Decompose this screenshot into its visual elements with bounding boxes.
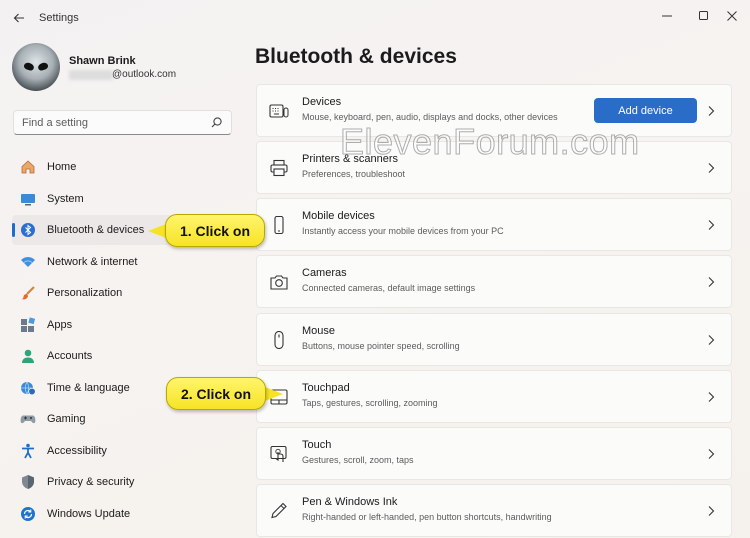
apps-icon [20, 317, 36, 333]
chevron-right-icon [708, 277, 715, 287]
minimize-button[interactable] [649, 2, 685, 30]
chevron-right-icon [708, 335, 715, 345]
sidebar-item-label: System [47, 193, 84, 205]
mouse-icon [269, 331, 289, 349]
sidebar-item-label: Personalization [47, 287, 123, 299]
search-icon[interactable] [211, 117, 222, 128]
sidebar-item-windows-update[interactable]: Windows Update [12, 499, 237, 529]
card-title: Devices [302, 96, 342, 108]
card-subtitle: Mouse, keyboard, pen, audio, displays an… [302, 112, 558, 122]
card-subtitle: Buttons, mouse pointer speed, scrolling [302, 341, 460, 351]
sidebar-item-label: Network & internet [47, 256, 138, 268]
card-mobile-devices[interactable]: Mobile devices Instantly access your mob… [256, 198, 732, 251]
sidebar-item-label: Windows Update [47, 508, 131, 520]
email-redaction [69, 70, 113, 80]
avatar-eye [37, 61, 49, 72]
avatar-eye [23, 61, 35, 72]
card-subtitle: Preferences, troubleshoot [302, 169, 406, 179]
chevron-right-icon [708, 506, 715, 516]
sidebar-item-label: Accessibility [47, 445, 107, 457]
sidebar-item-accounts[interactable]: Accounts [12, 341, 237, 371]
card-cameras[interactable]: Cameras Connected cameras, default image… [256, 255, 732, 308]
card-title: Mobile devices [302, 210, 375, 222]
devices-icon [269, 102, 289, 120]
card-touchpad[interactable]: Touchpad Taps, gestures, scrolling, zoom… [256, 370, 732, 423]
app-title: Settings [39, 12, 79, 24]
update-icon [20, 506, 36, 522]
monitor-icon [20, 191, 36, 207]
page-title: Bluetooth & devices [255, 45, 457, 68]
back-button[interactable] [6, 6, 32, 30]
profile-email: @outlook.com [112, 69, 177, 80]
globe-clock-icon [20, 380, 36, 396]
search-box[interactable] [13, 110, 232, 135]
camera-icon [269, 273, 289, 291]
card-printers-scanners[interactable]: Printers & scanners Preferences, trouble… [256, 141, 732, 194]
card-title: Cameras [302, 267, 347, 279]
shield-icon [20, 474, 36, 490]
person-icon [20, 348, 36, 364]
sidebar-item-accessibility[interactable]: Accessibility [12, 436, 237, 466]
sidebar-item-personalization[interactable]: Personalization [12, 278, 237, 308]
card-subtitle: Taps, gestures, scrolling, zooming [302, 398, 438, 408]
title-bar: Settings [0, 0, 750, 36]
chevron-right-icon [708, 392, 715, 402]
brush-icon [20, 285, 36, 301]
chevron-right-icon [708, 220, 715, 230]
card-title: Mouse [302, 325, 336, 337]
add-device-button[interactable]: Add device [594, 98, 697, 123]
card-subtitle: Connected cameras, default image setting… [302, 283, 476, 293]
sidebar-item-privacy[interactable]: Privacy & security [12, 467, 237, 497]
home-icon [20, 159, 36, 175]
sidebar-item-label: Time & language [47, 382, 130, 394]
sidebar-item-apps[interactable]: Apps [12, 310, 237, 340]
avatar[interactable] [12, 43, 60, 91]
card-touch[interactable]: Touch Gestures, scroll, zoom, taps [256, 427, 732, 480]
card-mouse[interactable]: Mouse Buttons, mouse pointer speed, scro… [256, 313, 732, 366]
accessibility-icon [20, 443, 36, 459]
card-title: Printers & scanners [302, 153, 398, 165]
callout-pointer [148, 224, 166, 238]
sidebar-item-label: Home [47, 161, 77, 173]
callout-pointer [265, 387, 283, 401]
card-subtitle: Instantly access your mobile devices fro… [302, 226, 504, 236]
maximize-icon [699, 11, 708, 20]
sidebar-item-label: Privacy & security [47, 476, 135, 488]
callout-1: 1. Click on [165, 214, 265, 247]
callout-2: 2. Click on [166, 377, 266, 410]
sidebar-item-home[interactable]: Home [12, 152, 237, 182]
sidebar-item-label: Gaming [47, 413, 86, 425]
close-button[interactable] [714, 2, 750, 30]
sidebar-item-label: Accounts [47, 350, 93, 362]
sidebar-item-label: Bluetooth & devices [47, 224, 145, 236]
chevron-right-icon [708, 449, 715, 459]
active-indicator [12, 223, 15, 237]
chevron-right-icon [708, 106, 715, 116]
card-subtitle: Right-handed or left-handed, pen button … [302, 512, 552, 522]
bluetooth-icon [20, 222, 36, 238]
card-pen-windows-ink[interactable]: Pen & Windows Ink Right-handed or left-h… [256, 484, 732, 537]
touch-icon [269, 445, 289, 463]
arrow-left-icon [13, 13, 24, 23]
card-title: Touch [302, 439, 332, 451]
printer-icon [269, 159, 289, 177]
sidebar-item-label: Apps [47, 319, 73, 331]
pen-icon [269, 502, 289, 520]
sidebar-item-network[interactable]: Network & internet [12, 247, 237, 277]
profile-name: Shawn Brink [69, 55, 136, 67]
wifi-icon [20, 254, 36, 270]
chevron-right-icon [708, 163, 715, 173]
minimize-icon [662, 15, 672, 17]
phone-icon [269, 216, 289, 234]
card-title: Touchpad [302, 382, 350, 394]
gamepad-icon [20, 411, 36, 427]
search-input[interactable] [22, 115, 202, 131]
card-title: Pen & Windows Ink [302, 496, 398, 508]
card-devices[interactable]: Devices Mouse, keyboard, pen, audio, dis… [256, 84, 732, 137]
close-icon [727, 11, 737, 21]
card-subtitle: Gestures, scroll, zoom, taps [302, 455, 414, 465]
sidebar-item-system[interactable]: System [12, 184, 237, 214]
